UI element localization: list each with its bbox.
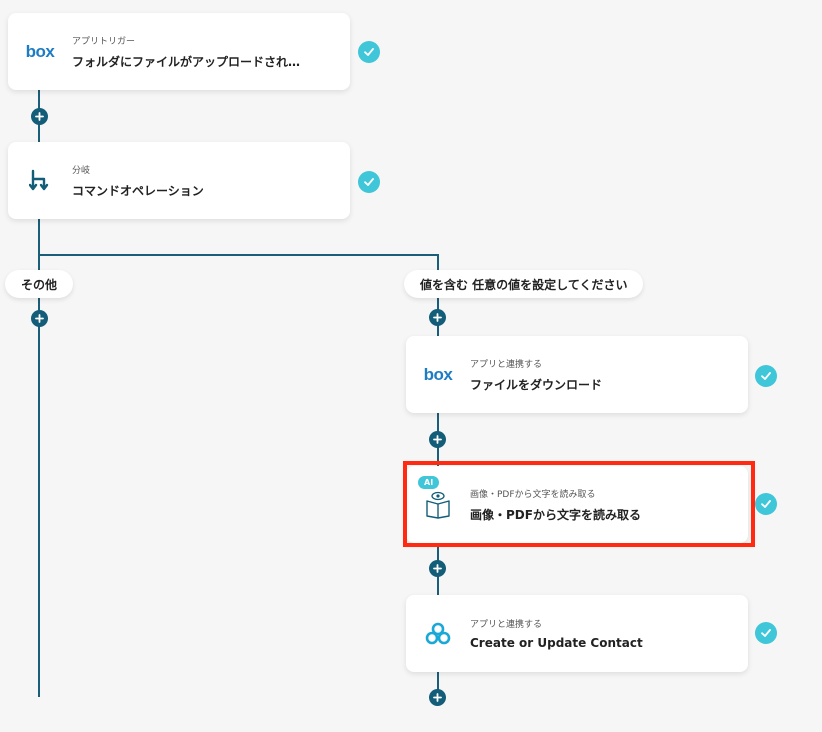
check-icon xyxy=(755,622,777,644)
add-step-button[interactable] xyxy=(429,309,446,326)
step-title: ファイルをダウンロード xyxy=(470,377,603,392)
step-card-box-trigger[interactable]: box アプリトリガー フォルダにファイルがアップロードされ… xyxy=(8,13,350,90)
step-card-contact[interactable]: アプリと連携する Create or Update Contact xyxy=(406,595,748,672)
step-type-label: アプリと連携する xyxy=(470,359,543,370)
check-icon xyxy=(755,365,777,387)
branch-label-condition[interactable]: 値を含む 任意の値を設定してください xyxy=(404,270,644,298)
box-icon: box xyxy=(25,41,55,61)
check-icon xyxy=(358,171,380,193)
step-card-box-download[interactable]: box アプリと連携する ファイルをダウンロード xyxy=(406,336,748,413)
step-title: コマンドオペレーション xyxy=(72,183,204,198)
step-type-label: アプリトリガー xyxy=(72,36,136,47)
branch-icon xyxy=(20,169,60,193)
step-card-branch[interactable]: 分岐 コマンドオペレーション xyxy=(8,142,350,219)
add-step-button[interactable] xyxy=(31,310,48,327)
add-step-button[interactable] xyxy=(429,560,446,577)
check-icon xyxy=(755,493,777,515)
branch-connector xyxy=(38,254,438,256)
step-type-label: アプリと連携する xyxy=(470,620,543,630)
selection-highlight xyxy=(403,461,755,547)
hubspot-icon xyxy=(418,622,458,646)
step-title: Create or Update Contact xyxy=(470,636,643,650)
branch-label-other[interactable]: その他 xyxy=(5,270,74,298)
add-step-button[interactable] xyxy=(31,108,48,125)
add-step-button[interactable] xyxy=(429,431,446,448)
add-step-button[interactable] xyxy=(429,689,446,706)
check-icon xyxy=(358,41,380,63)
box-icon: box xyxy=(423,364,453,384)
step-title: フォルダにファイルがアップロードされ… xyxy=(72,54,301,69)
step-type-label: 分岐 xyxy=(72,165,91,176)
